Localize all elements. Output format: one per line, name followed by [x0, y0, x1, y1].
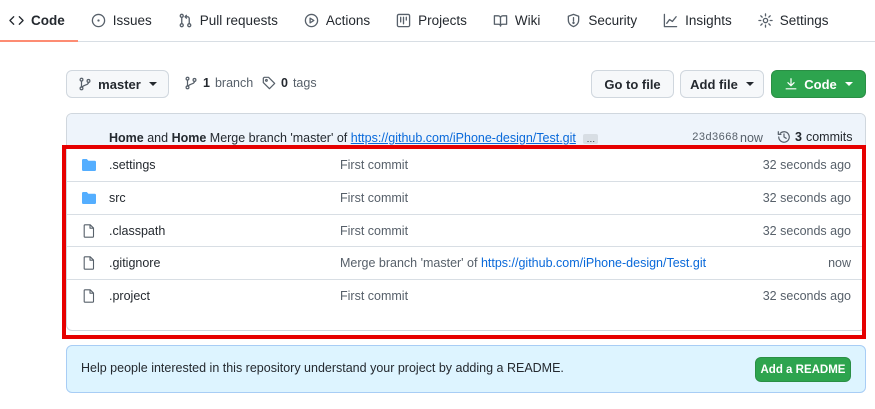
- file-name[interactable]: src: [109, 191, 126, 205]
- git-branch-icon: [185, 76, 197, 90]
- tab-projects[interactable]: Projects: [383, 0, 480, 41]
- file-commit-time: 32 seconds ago: [762, 190, 851, 205]
- tab-label: Actions: [325, 13, 371, 28]
- tab-security[interactable]: Security: [553, 0, 650, 41]
- commit-time: now: [740, 131, 763, 145]
- readme-banner: Help people interested in this repositor…: [66, 345, 866, 393]
- file-commit-message: Merge branch 'master' of https://github.…: [340, 256, 706, 270]
- branch-name: master: [98, 76, 141, 92]
- expand-commit-button[interactable]: …: [583, 133, 599, 144]
- branch-word: branch: [214, 76, 254, 90]
- commit-message-link[interactable]: https://github.com/iPhone-design/Test.gi…: [351, 131, 576, 145]
- add-readme-button[interactable]: Add a README: [755, 357, 851, 382]
- tab-label: Pull requests: [199, 13, 278, 28]
- file-commit-message[interactable]: First commit: [340, 191, 408, 205]
- chevron-down-icon: [148, 82, 157, 86]
- commit-coauthor[interactable]: Home: [172, 131, 207, 145]
- issue-icon: [91, 13, 105, 28]
- chevron-down-icon: [844, 82, 853, 86]
- commit-sha[interactable]: 23d3668: [692, 132, 738, 144]
- latest-commit-bar: Home and Home Merge branch 'master' of h…: [67, 114, 865, 148]
- repo-nav: Code Issues Pull requests Actions Projec…: [0, 0, 875, 42]
- code-download-button[interactable]: Code: [771, 70, 866, 98]
- pull-request-icon: [179, 13, 192, 28]
- history-icon: [777, 131, 790, 143]
- file-row[interactable]: .gitignore Merge branch 'master' of http…: [67, 246, 865, 279]
- code-button-label: Code: [804, 76, 837, 92]
- tab-settings[interactable]: Settings: [745, 0, 842, 41]
- file-commit-message[interactable]: First commit: [340, 289, 408, 303]
- file-commit-time: 32 seconds ago: [762, 289, 851, 304]
- go-to-file-label: Go to file: [604, 76, 661, 92]
- tab-label: Projects: [418, 13, 467, 28]
- file-name[interactable]: .settings: [109, 158, 156, 172]
- file-commit-time: 32 seconds ago: [762, 223, 851, 238]
- tab-issues[interactable]: Issues: [78, 0, 165, 41]
- file-icon: [83, 256, 95, 271]
- project-icon: [396, 13, 411, 28]
- commit-author[interactable]: Home: [109, 131, 144, 145]
- file-commit-time: now: [828, 256, 851, 271]
- branch-select-button[interactable]: master: [66, 70, 169, 98]
- tags-link[interactable]: 0 tags: [262, 76, 317, 90]
- commit-and: and: [147, 131, 169, 145]
- file-commit-time: 32 seconds ago: [762, 158, 851, 172]
- file-commit-message-link[interactable]: https://github.com/iPhone-design/Test.gi…: [481, 256, 706, 270]
- file-name[interactable]: .gitignore: [109, 256, 160, 270]
- file-name[interactable]: .classpath: [109, 224, 165, 238]
- file-commit-message[interactable]: First commit: [340, 224, 408, 238]
- tab-code[interactable]: Code: [0, 0, 78, 42]
- tab-label: Wiki: [514, 13, 541, 28]
- shield-icon: [568, 13, 580, 28]
- graph-icon: [663, 13, 678, 28]
- play-icon: [304, 13, 319, 28]
- commit-message: Home and Home Merge branch 'master' of h…: [109, 131, 599, 145]
- file-row[interactable]: .project First commit 32 seconds ago: [67, 279, 865, 312]
- tab-wiki[interactable]: Wiki: [480, 0, 554, 41]
- tab-label: Insights: [685, 13, 732, 28]
- file-icon: [83, 223, 95, 238]
- commit-count: 3: [795, 130, 802, 144]
- tag-icon: [262, 76, 276, 90]
- tab-label: Settings: [779, 13, 829, 28]
- go-to-file-button[interactable]: Go to file: [591, 70, 674, 98]
- folder-icon: [82, 191, 96, 204]
- file-icon: [83, 289, 95, 303]
- file-commit-message[interactable]: First commit: [340, 158, 408, 172]
- file-row[interactable]: .settings First commit 32 seconds ago: [67, 148, 865, 181]
- commit-count-word: commits: [805, 130, 853, 144]
- git-branch-icon: [79, 77, 91, 91]
- readme-prompt-text: Help people interested in this repositor…: [81, 361, 564, 375]
- add-readme-label: Add a README: [760, 363, 846, 376]
- file-browser: Home and Home Merge branch 'master' of h…: [66, 113, 866, 331]
- gear-icon: [757, 13, 773, 28]
- chevron-down-icon: [745, 82, 754, 86]
- commit-history-link[interactable]: 3 commits: [777, 130, 852, 144]
- add-file-button[interactable]: Add file: [680, 70, 764, 98]
- tag-count: 0: [281, 76, 288, 90]
- commit-message-text[interactable]: Merge branch 'master' of: [210, 131, 347, 145]
- tab-label: Issues: [112, 13, 152, 28]
- file-row[interactable]: .classpath First commit 32 seconds ago: [67, 213, 865, 247]
- tab-actions[interactable]: Actions: [291, 0, 383, 41]
- tag-word: tags: [292, 76, 317, 90]
- download-icon: [785, 78, 797, 90]
- file-row[interactable]: src First commit 32 seconds ago: [67, 180, 865, 214]
- tab-label: Code: [31, 13, 65, 28]
- book-icon: [493, 15, 508, 27]
- file-name[interactable]: .project: [109, 289, 150, 303]
- folder-icon: [82, 159, 96, 171]
- code-icon: [9, 16, 24, 25]
- add-file-label: Add file: [690, 76, 738, 92]
- tab-label: Security: [588, 13, 638, 28]
- file-commit-message-text[interactable]: Merge branch 'master' of: [340, 256, 481, 270]
- branch-count: 1: [203, 76, 210, 90]
- branches-link[interactable]: 1 branch: [184, 76, 253, 90]
- tab-insights[interactable]: Insights: [650, 0, 745, 41]
- tab-pull-requests[interactable]: Pull requests: [165, 0, 291, 41]
